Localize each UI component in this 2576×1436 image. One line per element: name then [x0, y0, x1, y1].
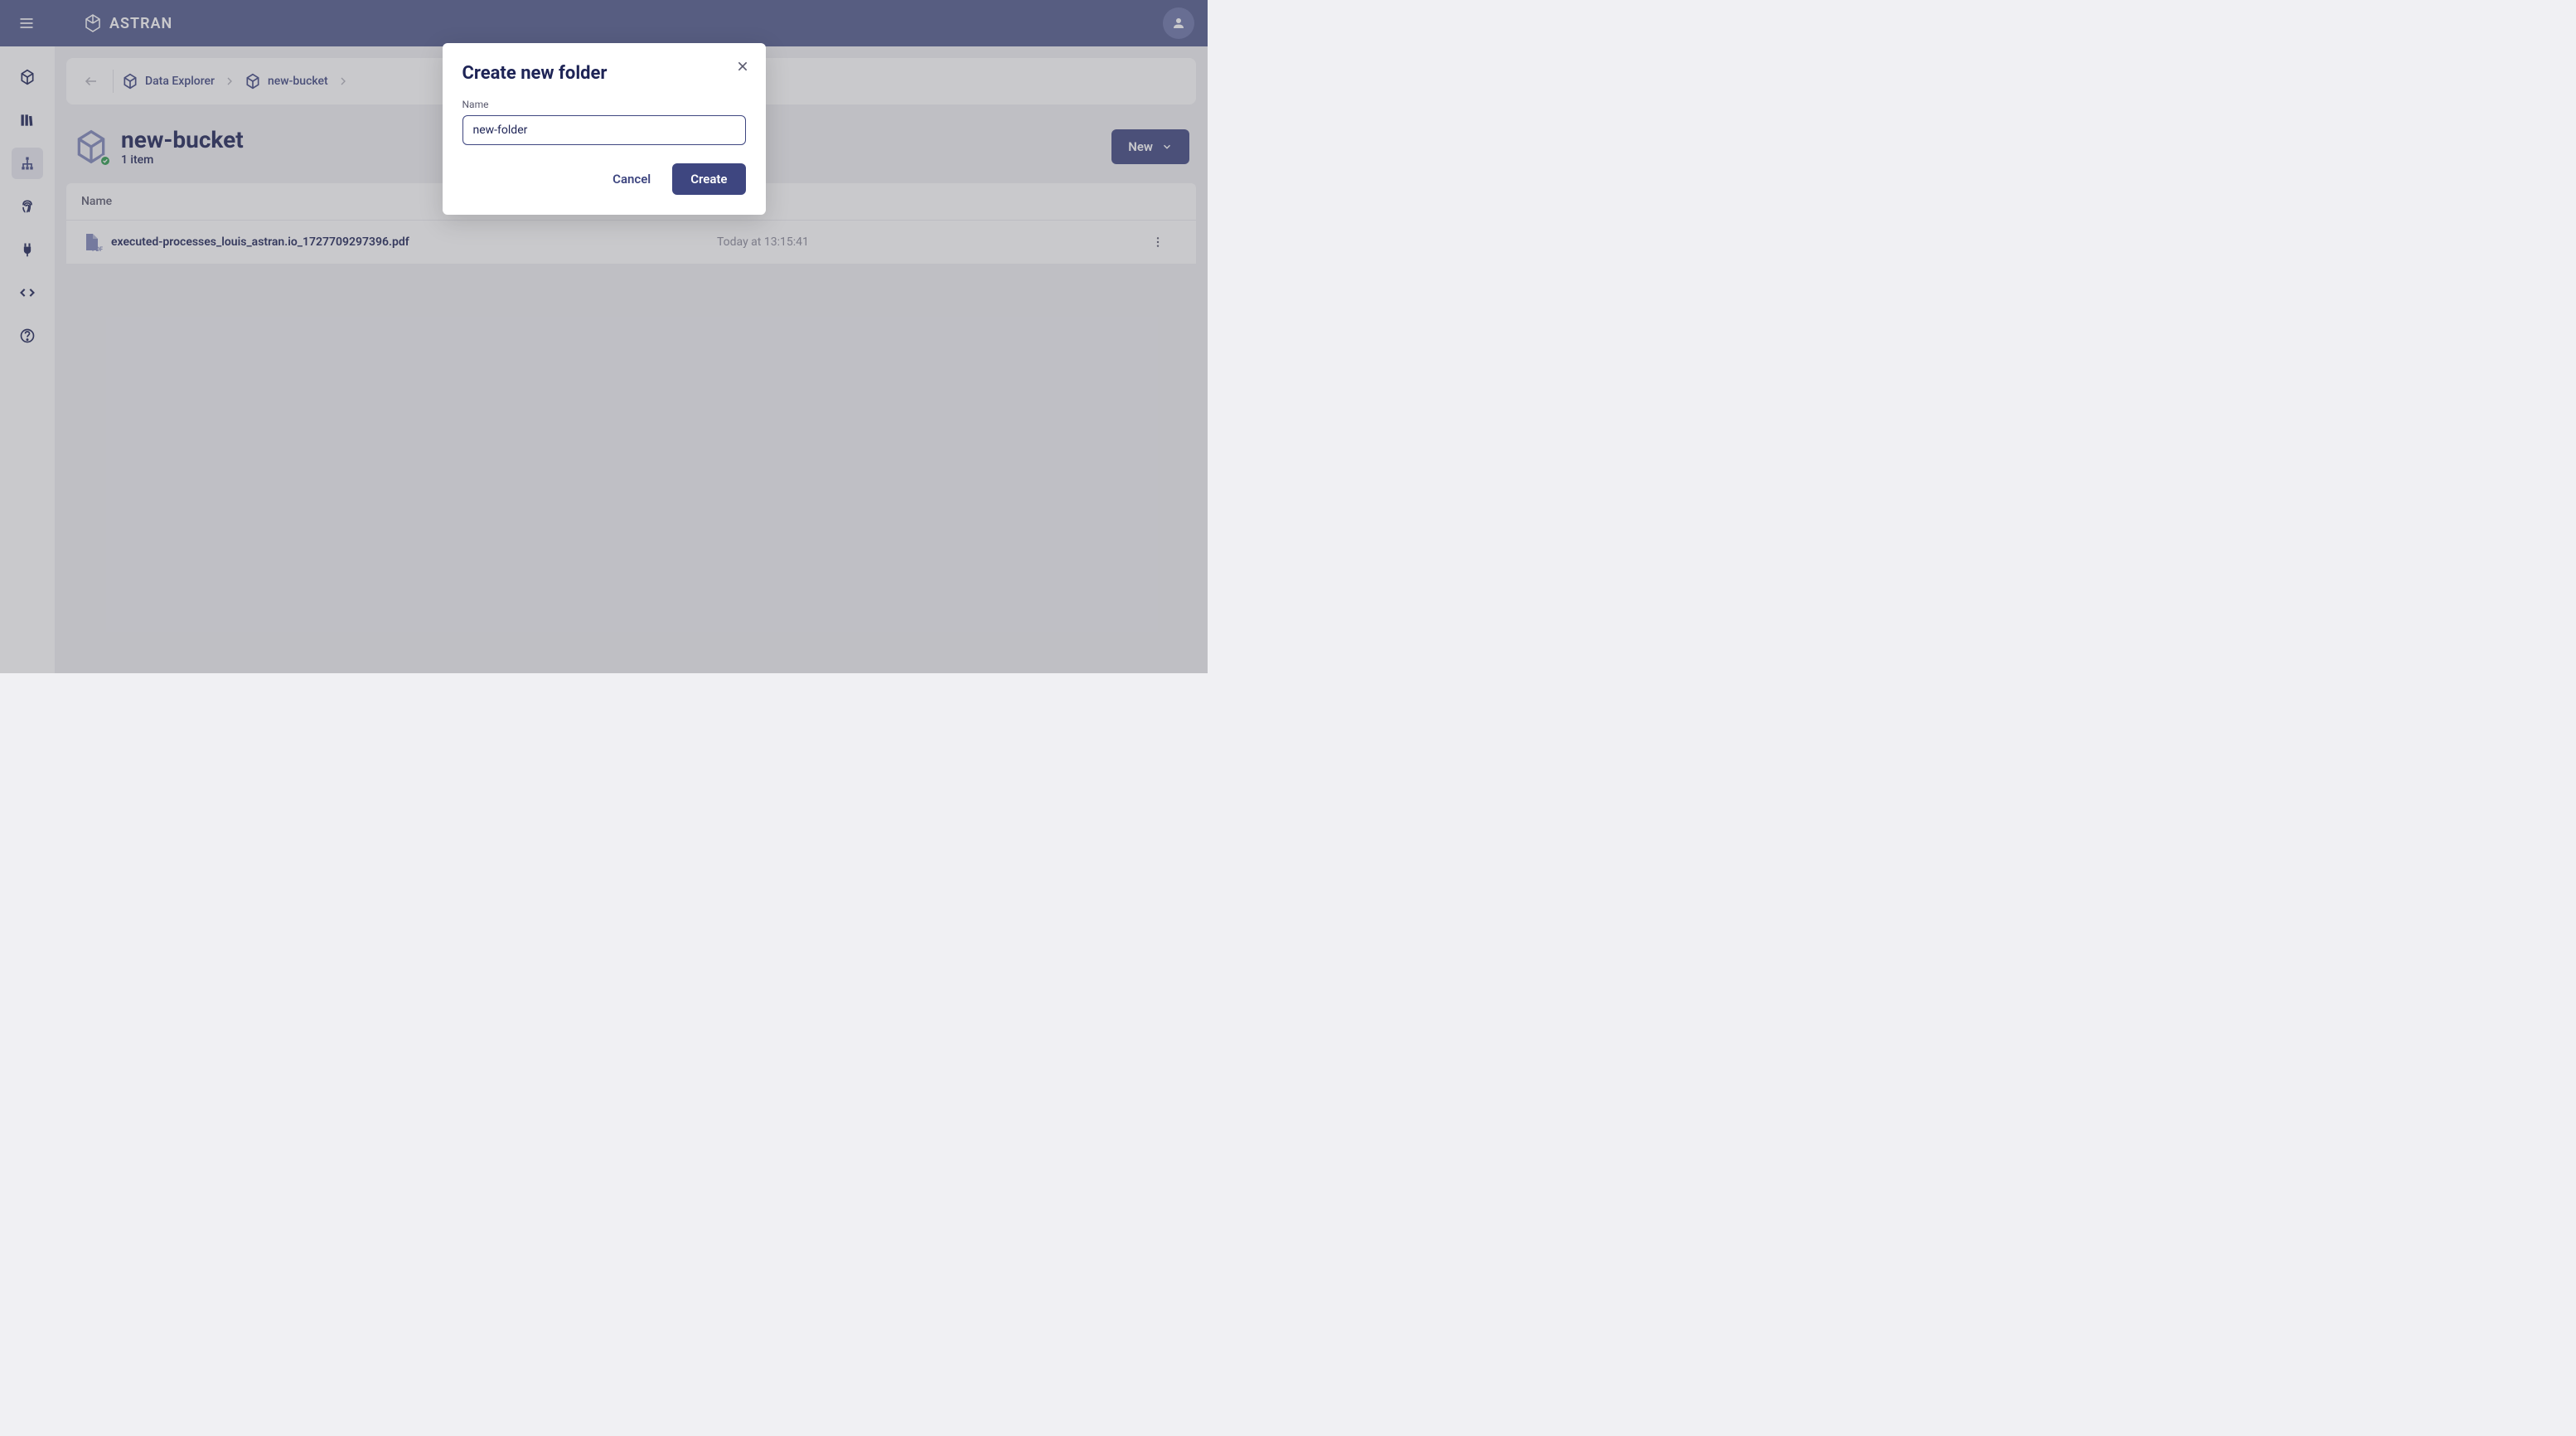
modal-name-label: Name [462, 99, 746, 110]
close-icon [736, 60, 749, 73]
modal-footer: Cancel Create [462, 163, 746, 195]
modal-close-button[interactable] [733, 56, 753, 76]
cancel-button[interactable]: Cancel [603, 163, 661, 195]
create-button[interactable]: Create [672, 163, 745, 195]
modal-overlay[interactable]: Create new folder Name Cancel Create [0, 0, 1208, 673]
modal-title: Create new folder [462, 63, 746, 84]
create-folder-modal: Create new folder Name Cancel Create [443, 43, 766, 215]
folder-name-input[interactable] [462, 115, 746, 145]
